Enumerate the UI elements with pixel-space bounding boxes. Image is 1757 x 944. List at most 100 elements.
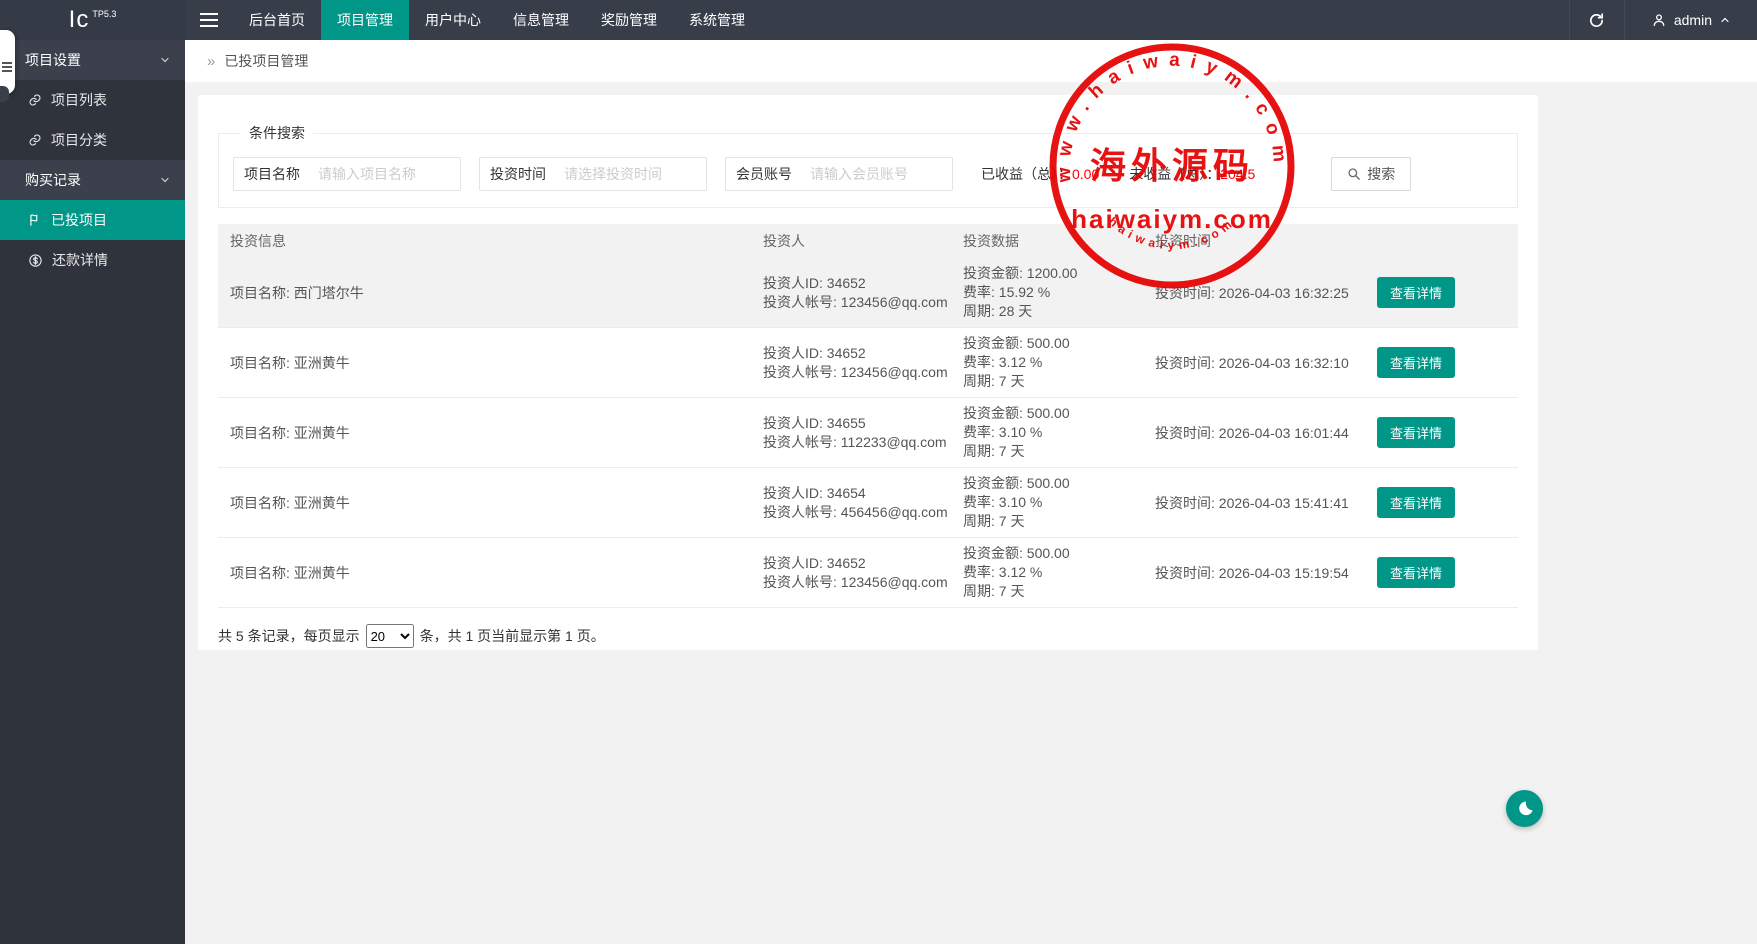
invest-time-input[interactable] bbox=[556, 158, 706, 190]
action-cell: 查看详情 bbox=[1353, 347, 1518, 378]
unearned-total-label: 未收益（总）： bbox=[1129, 166, 1220, 182]
table-header: 投资信息 投资人 投资数据 投资时间 bbox=[218, 224, 1518, 258]
invest-cycle: 周期: 7 天 bbox=[963, 582, 1143, 601]
pagination: 共 5 条记录，每页显示 20 条，共 1 页当前显示第 1 页。 bbox=[218, 624, 1518, 648]
nav-item-user-center[interactable]: 用户中心 bbox=[409, 0, 497, 40]
link-icon bbox=[28, 93, 42, 107]
sidebar-toggle-button[interactable] bbox=[185, 0, 233, 40]
flag-icon bbox=[28, 213, 42, 227]
edge-floater[interactable] bbox=[0, 30, 15, 94]
view-detail-button[interactable]: 查看详情 bbox=[1377, 347, 1455, 378]
project-name-cell: 项目名称: 西门塔尔牛 bbox=[218, 283, 751, 303]
action-cell: 查看详情 bbox=[1353, 487, 1518, 518]
investor-account: 投资人帐号: 123456@qq.com bbox=[763, 573, 951, 592]
sidebar-item-project-list[interactable]: 项目列表 bbox=[0, 80, 185, 120]
user-menu[interactable]: admin bbox=[1625, 0, 1757, 40]
unearned-total-value: 204.5 bbox=[1220, 166, 1255, 182]
invest-time-group: 投资时间 bbox=[479, 157, 707, 191]
edge-floater-tab[interactable] bbox=[0, 86, 9, 102]
view-detail-button[interactable]: 查看详情 bbox=[1377, 557, 1455, 588]
action-cell: 查看详情 bbox=[1353, 417, 1518, 448]
pagination-text-before: 共 5 条记录，每页显示 bbox=[218, 626, 360, 646]
project-name-cell: 项目名称: 亚洲黄牛 bbox=[218, 563, 751, 583]
nav-item-project-management[interactable]: 项目管理 bbox=[321, 0, 409, 40]
invest-rate: 费率: 3.12 % bbox=[963, 353, 1143, 372]
invest-amount: 投资金额: 1200.00 bbox=[963, 264, 1143, 283]
search-button[interactable]: 搜索 bbox=[1331, 157, 1411, 191]
member-account-group: 会员账号 bbox=[725, 157, 953, 191]
member-account-input[interactable] bbox=[802, 158, 952, 190]
chevron-up-icon bbox=[1719, 14, 1731, 26]
sidebar-group-project-settings[interactable]: 项目设置 bbox=[0, 40, 185, 80]
header-invest-data: 投资数据 bbox=[951, 231, 1143, 251]
link-icon bbox=[28, 133, 42, 147]
user-icon bbox=[1651, 12, 1667, 28]
investor-id: 投资人ID: 34652 bbox=[763, 344, 951, 363]
project-name-cell: 项目名称: 亚洲黄牛 bbox=[218, 493, 751, 513]
invest-data-cell: 投资金额: 500.00 费率: 3.12 % 周期: 7 天 bbox=[951, 544, 1143, 601]
earned-total-value: 0.00 bbox=[1072, 166, 1099, 182]
refresh-icon bbox=[1588, 12, 1605, 29]
page-title: 已投项目管理 bbox=[224, 51, 308, 71]
invested-projects-table: 投资信息 投资人 投资数据 投资时间 项目名称: 西门塔尔牛 投资人ID: 34… bbox=[218, 224, 1518, 608]
project-name-cell: 项目名称: 亚洲黄牛 bbox=[218, 353, 751, 373]
edge-floater-menu-icon bbox=[2, 62, 12, 64]
sidebar-item-label: 已投项目 bbox=[51, 210, 107, 230]
sidebar-item-project-category[interactable]: 项目分类 bbox=[0, 120, 185, 160]
project-name-input[interactable] bbox=[310, 158, 460, 190]
member-account-label: 会员账号 bbox=[726, 158, 802, 190]
content-card: 条件搜索 项目名称 投资时间 会员账号 已收益（总）：0.00 bbox=[198, 95, 1538, 650]
sidebar-group-label: 购买记录 bbox=[25, 172, 81, 188]
theme-toggle-button[interactable] bbox=[1506, 790, 1543, 827]
view-detail-button[interactable]: 查看详情 bbox=[1377, 277, 1455, 308]
invest-rate: 费率: 3.12 % bbox=[963, 563, 1143, 582]
investor-account: 投资人帐号: 112233@qq.com bbox=[763, 433, 951, 452]
sidebar-group-purchase-records[interactable]: 购买记录 bbox=[0, 160, 185, 200]
investor-cell: 投资人ID: 34654 投资人帐号: 456456@qq.com bbox=[751, 484, 951, 522]
view-detail-button[interactable]: 查看详情 bbox=[1377, 487, 1455, 518]
logo-text: Ic bbox=[69, 6, 90, 34]
investor-cell: 投资人ID: 34652 投资人帐号: 123456@qq.com bbox=[751, 274, 951, 312]
pagination-text-after: 条，共 1 页当前显示第 1 页。 bbox=[420, 626, 605, 646]
header-invest-time: 投资时间 bbox=[1143, 231, 1353, 251]
table-body: 项目名称: 西门塔尔牛 投资人ID: 34652 投资人帐号: 123456@q… bbox=[218, 258, 1518, 608]
invest-cycle: 周期: 28 天 bbox=[963, 302, 1143, 321]
invest-time-cell: 投资时间: 2026-04-03 16:32:10 bbox=[1143, 353, 1353, 373]
search-panel: 条件搜索 项目名称 投资时间 会员账号 已收益（总）：0.00 bbox=[218, 123, 1518, 208]
breadcrumb: » 已投项目管理 bbox=[185, 40, 1757, 82]
action-cell: 查看详情 bbox=[1353, 277, 1518, 308]
sidebar-group-label: 项目设置 bbox=[25, 52, 81, 68]
invest-rate: 费率: 3.10 % bbox=[963, 493, 1143, 512]
investor-cell: 投资人ID: 34652 投资人帐号: 123456@qq.com bbox=[751, 344, 951, 382]
action-cell: 查看详情 bbox=[1353, 557, 1518, 588]
nav-item-info-management[interactable]: 信息管理 bbox=[497, 0, 585, 40]
chevron-down-icon bbox=[159, 174, 171, 186]
navbar-right: admin bbox=[1569, 0, 1757, 40]
table-row: 项目名称: 亚洲黄牛 投资人ID: 34652 投资人帐号: 123456@qq… bbox=[218, 328, 1518, 398]
invest-amount: 投资金额: 500.00 bbox=[963, 334, 1143, 353]
page-size-select[interactable]: 20 bbox=[366, 624, 414, 648]
invest-amount: 投资金额: 500.00 bbox=[963, 474, 1143, 493]
view-detail-button[interactable]: 查看详情 bbox=[1377, 417, 1455, 448]
header-invest-info: 投资信息 bbox=[218, 231, 751, 251]
invest-data-cell: 投资金额: 500.00 费率: 3.10 % 周期: 7 天 bbox=[951, 404, 1143, 461]
invest-data-cell: 投资金额: 500.00 费率: 3.10 % 周期: 7 天 bbox=[951, 474, 1143, 531]
unearned-total: 未收益（总）：204.5 bbox=[1129, 164, 1255, 184]
refresh-button[interactable] bbox=[1569, 0, 1625, 40]
table-row: 项目名称: 西门塔尔牛 投资人ID: 34652 投资人帐号: 123456@q… bbox=[218, 258, 1518, 328]
hamburger-icon bbox=[200, 13, 218, 27]
nav-item-reward-management[interactable]: 奖励管理 bbox=[585, 0, 673, 40]
sidebar: 项目设置 项目列表 项目分类 购买记录 已投项目 还款详情 bbox=[0, 40, 185, 944]
nav-item-system-management[interactable]: 系统管理 bbox=[673, 0, 761, 40]
top-navbar: Ic TP5.3 后台首页 项目管理 用户中心 信息管理 奖励管理 系统管理 a… bbox=[0, 0, 1757, 40]
search-form: 项目名称 投资时间 会员账号 已收益（总）：0.00 未收益（总）：20 bbox=[233, 157, 1503, 191]
invest-cycle: 周期: 7 天 bbox=[963, 442, 1143, 461]
sidebar-item-invested-projects[interactable]: 已投项目 bbox=[0, 200, 185, 240]
sidebar-item-repayment-details[interactable]: 还款详情 bbox=[0, 240, 185, 280]
invest-amount: 投资金额: 500.00 bbox=[963, 404, 1143, 423]
invest-cycle: 周期: 7 天 bbox=[963, 372, 1143, 391]
breadcrumb-arrow-icon: » bbox=[207, 53, 215, 70]
search-icon bbox=[1347, 167, 1361, 181]
nav-item-dashboard[interactable]: 后台首页 bbox=[233, 0, 321, 40]
earnings-stats: 已收益（总）：0.00 未收益（总）：204.5 bbox=[981, 164, 1285, 184]
